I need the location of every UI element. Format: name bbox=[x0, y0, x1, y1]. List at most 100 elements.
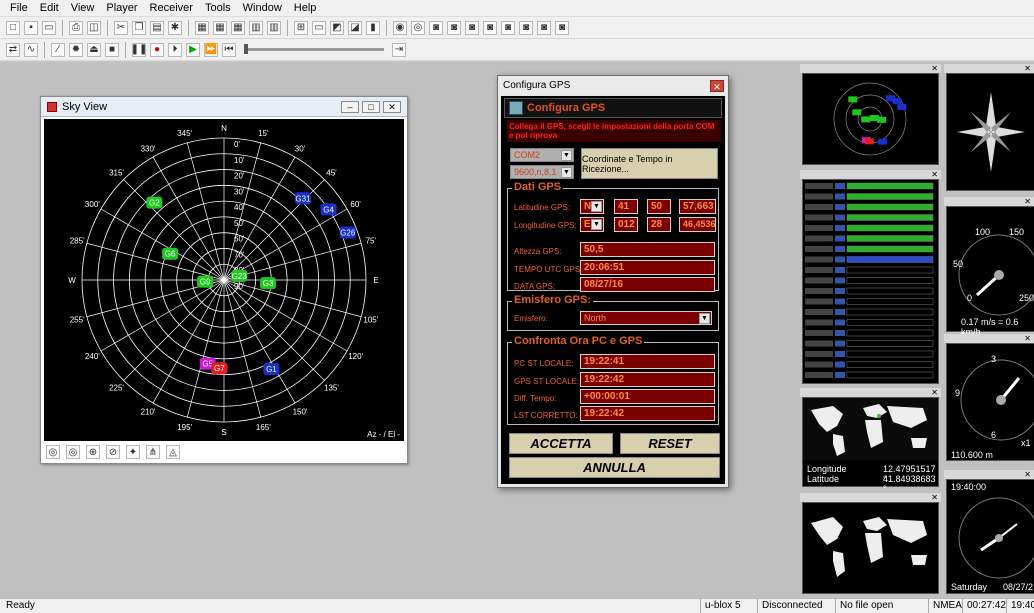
satellite-icon[interactable]: ✦ bbox=[126, 445, 140, 459]
menu-file[interactable]: File bbox=[4, 0, 34, 17]
chevron-down-icon[interactable]: ▼ bbox=[561, 150, 572, 161]
view-icon[interactable]: ◙ bbox=[429, 20, 443, 35]
maximize-button[interactable]: □ bbox=[362, 100, 380, 113]
compass-icon[interactable]: ⊘ bbox=[106, 445, 120, 459]
alt-field[interactable]: 50,5 bbox=[580, 242, 715, 257]
lat-min-field[interactable]: 50 bbox=[647, 199, 671, 214]
filter-icon[interactable]: ⋔ bbox=[146, 445, 160, 459]
panel-close-icon[interactable]: ✕ bbox=[944, 334, 1034, 343]
cut-icon[interactable]: ✂ bbox=[114, 20, 128, 35]
menu-tools[interactable]: Tools bbox=[199, 0, 237, 17]
chart-icon[interactable]: ◩ bbox=[330, 20, 344, 35]
panel-close-icon[interactable]: ✕ bbox=[944, 64, 1034, 73]
baud-rate-select[interactable]: 9600,n,8,1 ▼ bbox=[510, 165, 574, 179]
view4-icon[interactable]: ◙ bbox=[483, 20, 497, 35]
new-file-icon[interactable]: □ bbox=[6, 20, 20, 35]
close-button[interactable]: ✕ bbox=[383, 100, 401, 113]
date-field[interactable]: 08/27/16 bbox=[580, 277, 715, 292]
menu-receiver[interactable]: Receiver bbox=[144, 0, 199, 17]
lon-sec-field[interactable]: 46,4536 bbox=[679, 217, 716, 232]
menu-help[interactable]: Help bbox=[288, 0, 323, 17]
layout2-icon[interactable]: ▥ bbox=[267, 20, 281, 35]
diff-field[interactable]: +00:00:01 bbox=[580, 389, 715, 404]
view6-icon[interactable]: ◙ bbox=[519, 20, 533, 35]
graph-icon[interactable]: ◪ bbox=[348, 20, 362, 35]
copy-icon[interactable]: ❐ bbox=[132, 20, 146, 35]
globe-icon[interactable]: ⊕ bbox=[86, 445, 100, 459]
preview-icon[interactable]: ◫ bbox=[87, 20, 101, 35]
doc-icon[interactable]: ▦ bbox=[195, 20, 209, 35]
open-icon[interactable]: ▭ bbox=[42, 20, 56, 35]
playback-slider[interactable] bbox=[244, 44, 384, 54]
chevron-down-icon[interactable]: ▼ bbox=[591, 219, 602, 230]
lon-min-field[interactable]: 28 bbox=[647, 217, 671, 232]
lst-field[interactable]: 19:22:42 bbox=[580, 406, 715, 421]
protocol-icon[interactable]: ⇄ bbox=[6, 42, 20, 57]
rewind-start-icon[interactable]: ⏮ bbox=[222, 42, 236, 57]
dialog-close-button[interactable]: ✕ bbox=[710, 79, 724, 92]
bars-icon[interactable]: ▮ bbox=[366, 20, 380, 35]
eject-icon[interactable]: ⏏ bbox=[87, 42, 101, 57]
lat-label: Latitudine GPS: bbox=[514, 203, 571, 212]
chevron-down-icon[interactable]: ▼ bbox=[699, 313, 710, 324]
panel-close-icon[interactable]: ✕ bbox=[944, 197, 1034, 206]
view3-icon[interactable]: ◙ bbox=[465, 20, 479, 35]
doc2-icon[interactable]: ▦ bbox=[213, 20, 227, 35]
menu-window[interactable]: Window bbox=[237, 0, 288, 17]
paste-icon[interactable]: ▤ bbox=[150, 20, 164, 35]
menu-view[interactable]: View bbox=[65, 0, 101, 17]
menu-player[interactable]: Player bbox=[100, 0, 143, 17]
chevron-down-icon[interactable]: ▼ bbox=[591, 201, 602, 212]
lat-deg-field[interactable]: 41 bbox=[614, 199, 638, 214]
fast-forward-icon[interactable]: ⏩ bbox=[204, 42, 218, 57]
accetta-button[interactable]: ACCETTA bbox=[509, 433, 613, 454]
save-icon[interactable]: ▪ bbox=[24, 20, 38, 35]
utc-field[interactable]: 20:06:51 bbox=[580, 260, 715, 275]
target-icon[interactable]: ◎ bbox=[411, 20, 425, 35]
minimize-button[interactable]: – bbox=[341, 100, 359, 113]
lat-dir-select[interactable]: N ▼ bbox=[580, 199, 604, 214]
stop-icon[interactable]: ■ bbox=[105, 42, 119, 57]
lat-sec-field[interactable]: 57,663 bbox=[679, 199, 716, 214]
view2-icon[interactable]: ◙ bbox=[447, 20, 461, 35]
panel-close-icon[interactable]: ✕ bbox=[800, 64, 941, 73]
dialog-titlebar[interactable]: Configura GPS ✕ bbox=[498, 76, 728, 95]
view8-icon[interactable]: ◙ bbox=[555, 20, 569, 35]
grid-icon[interactable]: ⊞ bbox=[294, 20, 308, 35]
pause-icon[interactable]: ❚❚ bbox=[131, 42, 147, 57]
print-icon[interactable]: ⎙ bbox=[69, 20, 83, 35]
view7-icon[interactable]: ◙ bbox=[537, 20, 551, 35]
pc-time-field[interactable]: 19:22:41 bbox=[580, 354, 715, 369]
panel-close-icon[interactable]: ✕ bbox=[944, 470, 1034, 479]
sky-view-titlebar[interactable]: Sky View – □ ✕ bbox=[41, 97, 407, 117]
panel-close-icon[interactable]: ✕ bbox=[800, 388, 941, 397]
play-icon[interactable]: ▶ bbox=[186, 42, 200, 57]
window-icon[interactable]: ▭ bbox=[312, 20, 326, 35]
com-port-select[interactable]: COM2 ▼ bbox=[510, 148, 574, 162]
view5-icon[interactable]: ◙ bbox=[501, 20, 515, 35]
satellite-icon[interactable]: ◉ bbox=[393, 20, 407, 35]
emisfero-select[interactable]: North ▼ bbox=[580, 311, 712, 325]
layout-icon[interactable]: ▥ bbox=[249, 20, 263, 35]
wave-icon[interactable]: ∿ bbox=[24, 42, 38, 57]
lon-deg-field[interactable]: 012 bbox=[614, 217, 638, 232]
lon-dir-select[interactable]: E ▼ bbox=[580, 217, 604, 232]
gps-time-field[interactable]: 19:22:42 bbox=[580, 372, 715, 387]
reset-button[interactable]: RESET bbox=[620, 433, 720, 454]
wand-icon[interactable]: ⁄ bbox=[51, 42, 65, 57]
menu-edit[interactable]: Edit bbox=[34, 0, 65, 17]
record-icon[interactable]: ● bbox=[150, 42, 164, 57]
target-icon[interactable]: ◎ bbox=[46, 445, 60, 459]
chevron-down-icon[interactable]: ▼ bbox=[561, 167, 572, 178]
skip-end-icon[interactable]: ⇥ bbox=[392, 42, 406, 57]
coordinate-time-button[interactable]: Coordinate e Tempo in Ricezione... bbox=[581, 148, 718, 179]
step-icon[interactable]: ⏵ bbox=[168, 42, 182, 57]
burst-icon[interactable]: ✹ bbox=[69, 42, 83, 57]
annulla-button[interactable]: ANNULLA bbox=[509, 457, 720, 478]
mask-icon[interactable]: ◬ bbox=[166, 445, 180, 459]
target2-icon[interactable]: ◎ bbox=[66, 445, 80, 459]
panel-close-icon[interactable]: ✕ bbox=[800, 170, 941, 179]
bug-icon[interactable]: ✱ bbox=[168, 20, 182, 35]
panel-close-icon[interactable]: ✕ bbox=[800, 493, 941, 502]
doc3-icon[interactable]: ▦ bbox=[231, 20, 245, 35]
